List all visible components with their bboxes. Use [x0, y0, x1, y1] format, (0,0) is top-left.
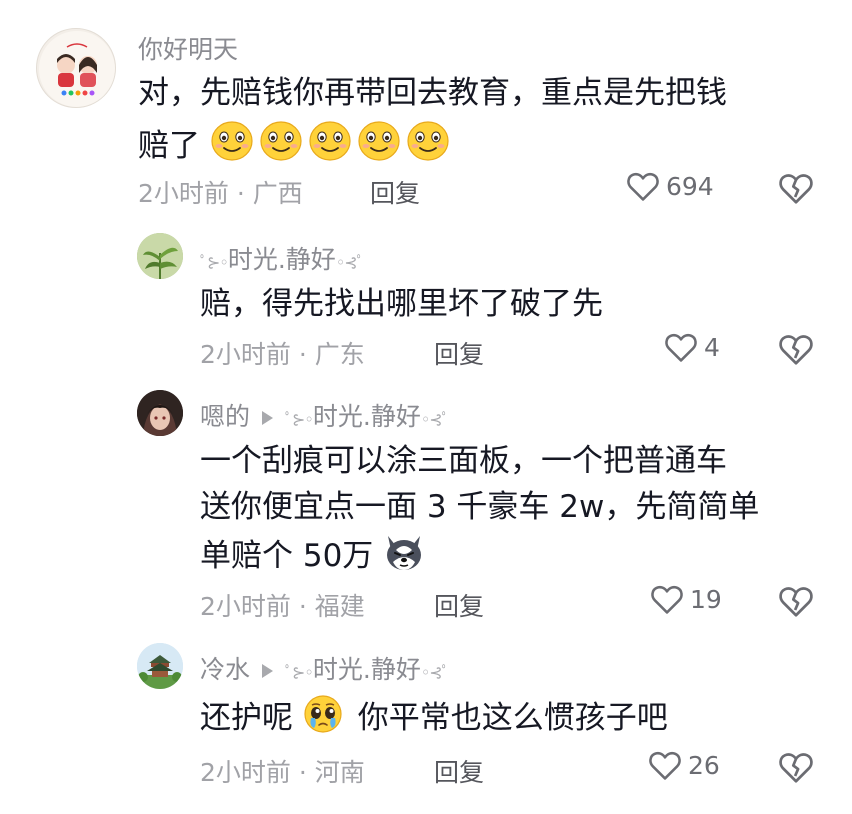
comment-text-part: 赔了	[138, 128, 200, 164]
broken-heart-icon	[779, 753, 813, 783]
husky-face-icon	[383, 532, 425, 583]
avatar[interactable]	[137, 643, 183, 689]
decoration-left: ﾟ⊱◦	[285, 663, 314, 682]
pleading-face-icon	[303, 694, 343, 745]
smiling-face-icon	[259, 120, 303, 173]
username[interactable]: 冷水	[200, 655, 250, 684]
username[interactable]: 你好明天	[138, 30, 238, 66]
comment-text-part: 单赔个 50万	[200, 538, 374, 574]
like-button[interactable]: 26	[648, 749, 720, 781]
avatar-cartoon-couple-icon	[39, 31, 115, 107]
username-row: 冷水 ﾟ⊱◦时光.静好◦⊰ﾟ	[200, 650, 450, 686]
broken-heart-icon	[779, 174, 813, 204]
broken-heart-icon	[779, 335, 813, 365]
smiling-face-icon	[210, 120, 254, 173]
reply-button[interactable]: 回复	[434, 335, 484, 371]
decoration-right: ◦⊰ﾟ	[420, 663, 450, 682]
dislike-button[interactable]	[778, 750, 814, 788]
dislike-button[interactable]	[778, 584, 814, 622]
like-button[interactable]: 694	[626, 170, 714, 202]
comment-text-line2: 赔了	[138, 120, 455, 173]
like-button[interactable]: 19	[650, 583, 722, 615]
decoration-left: ﾟ⊱◦	[200, 253, 229, 272]
smiling-face-icon	[357, 120, 401, 173]
avatar[interactable]	[137, 233, 183, 279]
like-count: 4	[704, 332, 720, 362]
comment-text: 对，先赔钱你再带回去教育，重点是先把钱	[138, 75, 727, 111]
dislike-button[interactable]	[778, 332, 814, 370]
avatar-plant-icon	[137, 233, 183, 279]
avatar[interactable]	[137, 390, 183, 436]
comment-text-line3: 单赔个 50万	[200, 532, 430, 583]
reply-button[interactable]: 回复	[370, 174, 420, 210]
like-count: 26	[688, 750, 720, 780]
reply-to-username[interactable]: 时光.静好	[313, 402, 421, 431]
comment-text: 一个刮痕可以涂三面板，一个把普通车	[200, 443, 727, 479]
timestamp-location: 2小时前 · 河南	[200, 758, 365, 787]
smiling-face-icon	[406, 120, 450, 173]
decoration-right: ◦⊰ﾟ	[420, 410, 450, 429]
username[interactable]: 时光.静好	[228, 245, 336, 274]
dislike-button[interactable]	[778, 171, 814, 209]
username[interactable]: 嗯的	[200, 402, 250, 431]
username-row: 嗯的 ﾟ⊱◦时光.静好◦⊰ﾟ	[200, 397, 450, 433]
avatar-anime-character-icon	[137, 390, 183, 436]
decoration-right: ◦⊰ﾟ	[335, 253, 365, 272]
timestamp-location: 2小时前 · 福建	[200, 592, 365, 621]
smiling-face-icon	[308, 120, 352, 173]
broken-heart-icon	[779, 587, 813, 617]
comment-text: 还护呢 你平常也这么惯孩子吧	[200, 694, 668, 745]
reply-to-username[interactable]: 时光.静好	[313, 655, 421, 684]
username-row: ﾟ⊱◦时光.静好◦⊰ﾟ	[200, 240, 365, 276]
heart-outline-icon	[627, 172, 659, 201]
like-button[interactable]: 4	[664, 331, 720, 363]
reply-button[interactable]: 回复	[434, 753, 484, 789]
like-count: 694	[666, 171, 714, 201]
heart-outline-icon	[649, 751, 681, 780]
like-count: 19	[690, 584, 722, 614]
reply-button[interactable]: 回复	[434, 587, 484, 623]
timestamp-location: 2小时前 · 广西	[138, 179, 303, 208]
emoji-row	[210, 121, 455, 164]
heart-outline-icon	[651, 585, 683, 614]
comment-text-part: 你平常也这么惯孩子吧	[357, 700, 668, 736]
avatar-pavilion-icon	[137, 643, 183, 689]
comment-text-line2: 送你便宜点一面 3 千豪车 2w，先简简单	[200, 489, 760, 525]
comment-text: 赔，得先找出哪里坏了破了先	[200, 286, 603, 322]
comment-text-part: 还护呢	[200, 700, 293, 736]
heart-outline-icon	[665, 333, 697, 362]
reply-arrow-icon	[262, 411, 274, 425]
reply-arrow-icon	[262, 664, 274, 678]
timestamp-location: 2小时前 · 广东	[200, 340, 365, 369]
avatar[interactable]	[36, 28, 116, 108]
decoration-left: ﾟ⊱◦	[285, 410, 314, 429]
